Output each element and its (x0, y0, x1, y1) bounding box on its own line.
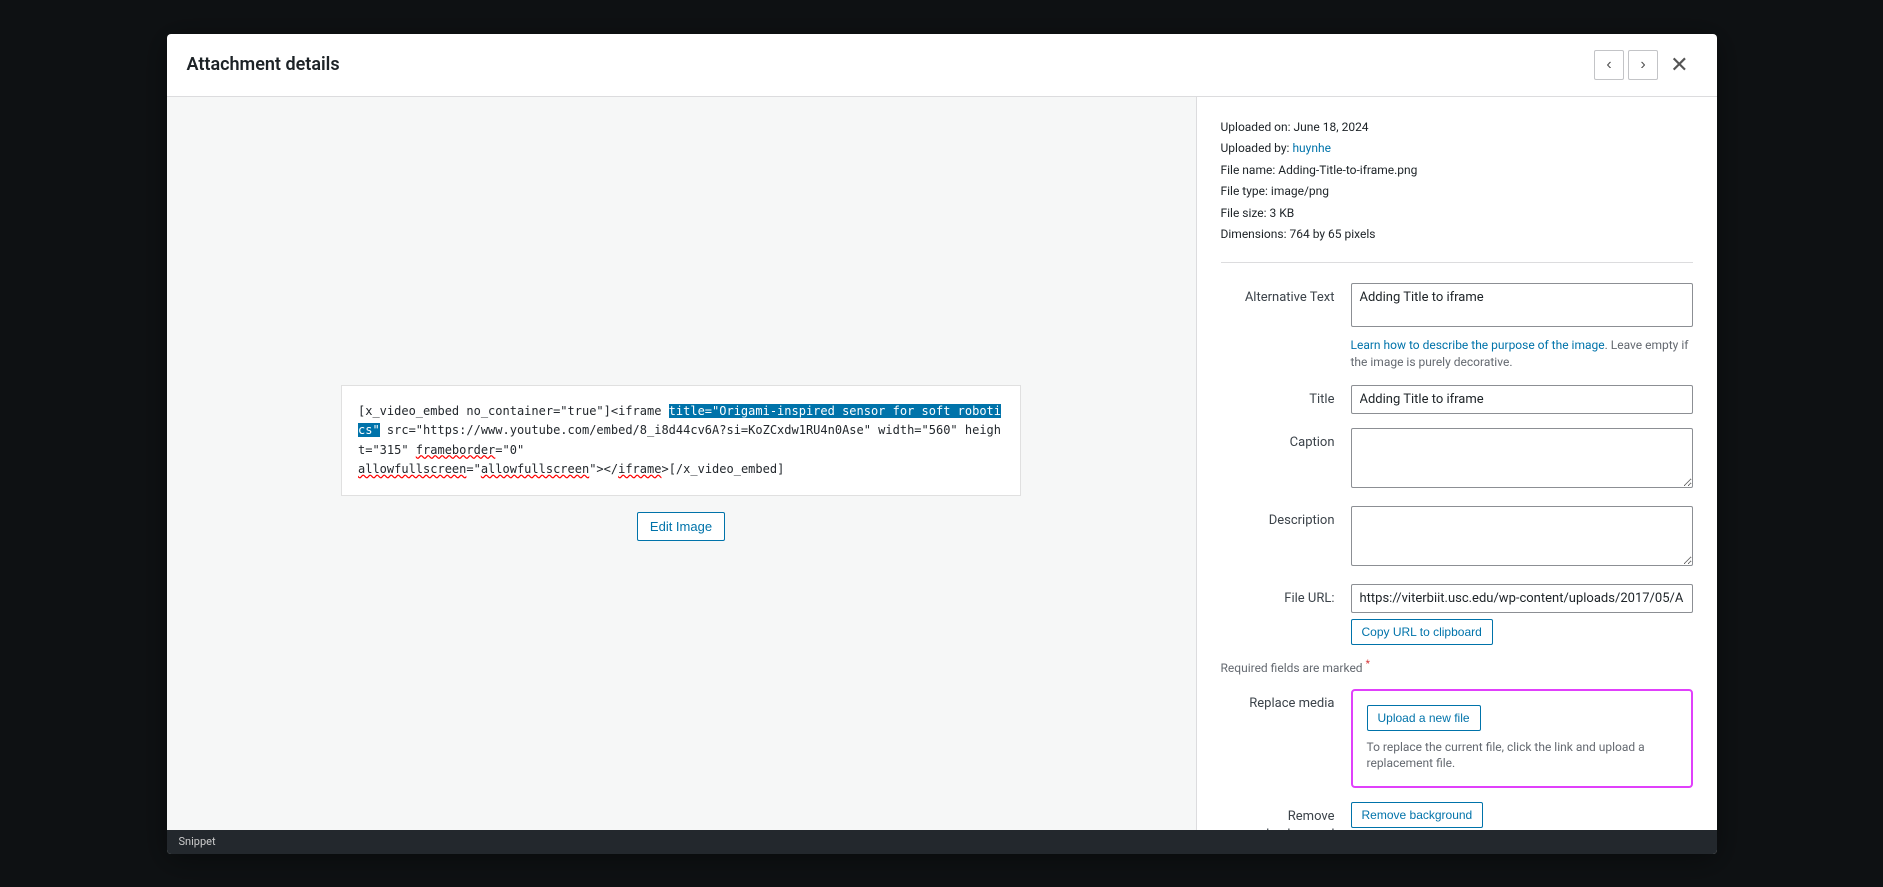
remove-background-button[interactable]: Remove background (1351, 802, 1484, 828)
file-size-row: File size: 3 KB (1221, 203, 1693, 225)
caption-label: Caption (1221, 428, 1351, 452)
file-url-input[interactable] (1351, 584, 1693, 613)
preview-panel: [x_video_embed no_container="true"]<ifra… (167, 97, 1197, 830)
replace-description: To replace the current file, click the l… (1367, 739, 1677, 773)
dimensions-label: Dimensions: (1221, 227, 1287, 241)
modal-header: Attachment details ‹ › ✕ (167, 34, 1717, 97)
close-button[interactable]: ✕ (1662, 50, 1696, 80)
replace-media-label: Replace media (1221, 689, 1351, 713)
alt-text-link[interactable]: Learn how to describe the purpose of the… (1351, 338, 1605, 352)
required-note: Required fields are marked * (1221, 659, 1693, 675)
remove-background-row: Remove background Remove background To r… (1221, 802, 1693, 829)
file-info: Uploaded on: June 18, 2024 Uploaded by: … (1221, 117, 1693, 264)
code-after: src="https://www.youtube.com/embed/8_i8d… (358, 423, 1001, 475)
upload-new-file-button[interactable]: Upload a new file (1367, 705, 1481, 731)
replace-media-row: Replace media Upload a new file To repla… (1221, 689, 1693, 789)
alt-text-label: Alternative Text (1221, 283, 1351, 307)
file-url-row: File URL: Copy URL to clipboard (1221, 584, 1693, 645)
modal-header-actions: ‹ › ✕ (1594, 50, 1696, 80)
description-row: Description (1221, 506, 1693, 570)
details-panel: Uploaded on: June 18, 2024 Uploaded by: … (1197, 97, 1717, 830)
file-name-row: File name: Adding-Title-to-iframe.png (1221, 160, 1693, 182)
title-label: Title (1221, 385, 1351, 409)
file-url-field: Copy URL to clipboard (1351, 584, 1693, 645)
file-name-value: Adding-Title-to-iframe.png (1278, 163, 1417, 177)
caption-field (1351, 428, 1693, 492)
modal-title: Attachment details (187, 54, 340, 75)
uploaded-by-label: Uploaded by: (1221, 141, 1290, 155)
uploaded-by-row: Uploaded by: huynhe (1221, 138, 1693, 160)
dimensions-value: 764 by 65 pixels (1289, 227, 1375, 241)
file-type-row: File type: image/png (1221, 181, 1693, 203)
description-field (1351, 506, 1693, 570)
file-size-label: File size: (1221, 206, 1267, 220)
file-name-label: File name: (1221, 163, 1276, 177)
file-type-value: image/png (1271, 184, 1329, 198)
file-url-label: File URL: (1221, 584, 1351, 608)
replace-media-field: Upload a new file To replace the current… (1351, 689, 1693, 789)
description-label: Description (1221, 506, 1351, 530)
title-input[interactable] (1351, 385, 1693, 414)
modal-overlay: Attachment details ‹ › ✕ [x_video_embed … (0, 0, 1883, 887)
bottom-bar: Snippet (167, 830, 1717, 854)
uploaded-by-link[interactable]: huynhe (1292, 141, 1331, 155)
replace-media-box: Upload a new file To replace the current… (1351, 689, 1693, 789)
title-row: Title (1221, 385, 1693, 414)
description-input[interactable] (1351, 506, 1693, 566)
remove-background-field: Remove background To remove the backgrou… (1351, 802, 1693, 829)
uploaded-on-label: Uploaded on: (1221, 120, 1291, 134)
bottom-bar-label: Snippet (179, 835, 216, 848)
code-preview: [x_video_embed no_container="true"]<ifra… (341, 385, 1021, 496)
copy-url-button[interactable]: Copy URL to clipboard (1351, 619, 1493, 645)
edit-image-button[interactable]: Edit Image (637, 512, 725, 541)
alt-text-field: Adding Title to iframe Learn how to desc… (1351, 283, 1693, 371)
file-type-label: File type: (1221, 184, 1268, 198)
remove-background-label: Remove background (1221, 802, 1351, 829)
caption-row: Caption (1221, 428, 1693, 492)
alt-text-row: Alternative Text Adding Title to iframe … (1221, 283, 1693, 371)
attachment-details-modal: Attachment details ‹ › ✕ [x_video_embed … (167, 34, 1717, 854)
code-before: [x_video_embed no_container="true"]<ifra… (358, 404, 669, 418)
caption-input[interactable] (1351, 428, 1693, 488)
title-field (1351, 385, 1693, 414)
dimensions-row: Dimensions: 764 by 65 pixels (1221, 224, 1693, 246)
uploaded-on-row: Uploaded on: June 18, 2024 (1221, 117, 1693, 139)
alt-text-input[interactable]: Adding Title to iframe (1351, 283, 1693, 327)
uploaded-on-value: June 18, 2024 (1294, 120, 1369, 134)
nav-prev-button[interactable]: ‹ (1594, 50, 1624, 80)
file-size-value: 3 KB (1270, 206, 1295, 220)
nav-next-button[interactable]: › (1628, 50, 1658, 80)
replace-media-inner: Upload a new file (1367, 705, 1677, 731)
modal-body: [x_video_embed no_container="true"]<ifra… (167, 97, 1717, 830)
